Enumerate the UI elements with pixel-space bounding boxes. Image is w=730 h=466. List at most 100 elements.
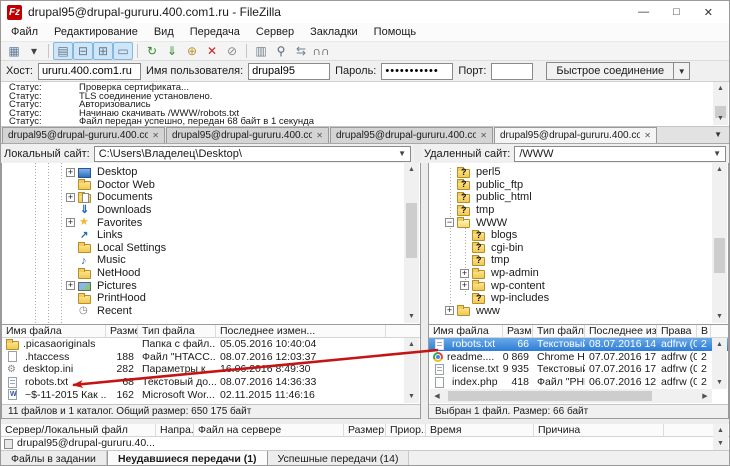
tree-item[interactable]: NetHood <box>2 267 404 280</box>
toolbar-separator[interactable] <box>48 44 49 58</box>
remote-list-hscrollbar[interactable]: ◀ ▶ <box>430 389 712 403</box>
column-header[interactable]: Тип файла <box>138 325 216 337</box>
find-files-icon[interactable]: ∩∩ <box>311 42 331 60</box>
tree-item[interactable]: public_html <box>429 191 712 204</box>
scroll-left-icon[interactable]: ◀ <box>430 389 444 403</box>
toolbar-separator[interactable] <box>137 44 138 58</box>
file-row[interactable]: .htaccess 188 Файл "HTACC... 08.07.2016 … <box>2 351 420 364</box>
password-input[interactable] <box>381 62 454 80</box>
connection-tab[interactable]: drupal95@drupal-gururu.400.com1.ru ✕ <box>494 127 657 143</box>
scroll-up-icon[interactable]: ▲ <box>713 82 728 95</box>
queue-tab[interactable]: Успешные передачи (14) <box>267 451 410 465</box>
tree-item[interactable]: cgi-bin <box>429 242 712 255</box>
column-header[interactable]: Последнее измен... <box>216 325 386 337</box>
connection-tab[interactable]: drupal95@drupal-gururu.400.com1.ru ✕ <box>166 127 329 143</box>
tab-overflow-icon[interactable]: ▼ <box>714 130 722 139</box>
column-header[interactable]: Тип файла <box>533 325 585 337</box>
local-tree-scrollbar[interactable]: ▲ ▼ <box>404 163 419 323</box>
queue-column-header[interactable]: Напра... <box>156 424 194 436</box>
tree-item[interactable]: Documents <box>2 191 404 204</box>
scroll-up-icon[interactable]: ▲ <box>404 163 419 176</box>
column-header[interactable]: Размер <box>106 325 138 337</box>
connection-tab[interactable]: drupal95@drupal-gururu.400.com1.ru ✕ <box>330 127 493 143</box>
tree-item[interactable]: tmp <box>429 254 712 267</box>
menu-item[interactable]: Сервер <box>248 26 302 38</box>
local-site-combo[interactable]: C:\Users\Владелец\Desktop\ ▼ <box>93 145 411 162</box>
expander-icon[interactable] <box>66 167 75 177</box>
file-row[interactable]: ~$-11-2015 Как ... 162 Microsoft Wor... … <box>2 388 420 401</box>
expander-icon[interactable] <box>66 218 75 228</box>
filter-icon[interactable]: ⚲ <box>271 42 291 60</box>
tree-item[interactable]: Downloads <box>2 204 404 217</box>
scroll-up-icon[interactable]: ▲ <box>713 424 728 437</box>
column-header[interactable]: В <box>697 325 711 337</box>
local-list-scrollbar[interactable]: ▲ ▼ <box>404 338 419 403</box>
add-to-queue-icon[interactable]: ⊕ <box>182 42 202 60</box>
tree-item[interactable]: Music <box>2 254 404 267</box>
tab-close-icon[interactable]: ✕ <box>316 131 323 140</box>
tree-item[interactable]: Local Settings <box>2 242 404 255</box>
queue-scrollbar[interactable]: ▲ ▼ <box>713 424 728 450</box>
scroll-down-icon[interactable]: ▼ <box>713 437 728 450</box>
expander-icon[interactable] <box>66 192 75 202</box>
refresh-icon[interactable]: ↻ <box>142 42 162 60</box>
remote-list-vscrollbar[interactable]: ▲ ▼ <box>712 338 727 389</box>
scroll-down-icon[interactable]: ▼ <box>404 390 419 403</box>
queue-column-header[interactable]: Приор... <box>386 424 426 436</box>
queue-column-header[interactable]: Размер <box>344 424 386 436</box>
quickconnect-dropdown-icon[interactable]: ▼ <box>674 62 691 80</box>
toggle-log-icon[interactable]: ▤ <box>53 42 73 60</box>
toggle-queue-icon[interactable]: ▭ <box>113 42 133 60</box>
file-row[interactable]: desktop.ini 282 Параметры к... 16.06.201… <box>2 363 420 376</box>
process-queue-icon[interactable]: ⇓ <box>162 42 182 60</box>
menu-item[interactable]: Помощь <box>366 26 425 38</box>
tree-item[interactable]: blogs <box>429 229 712 242</box>
tree-item[interactable]: WWW <box>429 216 712 229</box>
scroll-down-icon[interactable]: ▼ <box>404 310 419 323</box>
tree-item[interactable]: www <box>429 305 712 318</box>
column-header[interactable]: Имя файла <box>2 325 106 337</box>
tree-item[interactable]: Links <box>2 229 404 242</box>
scroll-down-icon[interactable]: ▼ <box>712 376 727 389</box>
tree-item[interactable]: Favorites <box>2 216 404 229</box>
cancel-icon[interactable]: ✕ <box>202 42 222 60</box>
menu-item[interactable]: Редактирование <box>46 26 146 38</box>
toolbar-separator[interactable] <box>246 44 247 58</box>
menu-item[interactable]: Передача <box>182 26 248 38</box>
expander-icon[interactable] <box>66 281 75 291</box>
chevron-down-icon[interactable]: ▼ <box>713 149 721 158</box>
tree-item[interactable]: wp-content <box>429 279 712 292</box>
toggle-remote-tree-icon[interactable]: ⊞ <box>93 42 113 60</box>
port-input[interactable] <box>491 62 534 80</box>
column-header[interactable]: Размер <box>503 325 533 337</box>
tree-item[interactable]: perl5 <box>429 166 712 179</box>
scroll-thumb[interactable] <box>714 238 725 273</box>
expander-icon[interactable] <box>460 281 469 291</box>
scroll-up-icon[interactable]: ▲ <box>404 338 419 351</box>
expander-icon[interactable] <box>445 218 454 228</box>
connection-tab[interactable]: drupal95@drupal-gururu.400.com1.ru ✕ <box>2 127 165 143</box>
column-header[interactable]: Последнее из... <box>585 325 657 337</box>
queue-column-header[interactable]: Время <box>426 424 534 436</box>
maximize-button[interactable]: □ <box>673 6 680 19</box>
file-row[interactable]: index.php 418 Файл "PHP" 06.07.2016 12:0… <box>429 376 728 389</box>
tree-item[interactable]: Pictures <box>2 279 404 292</box>
scroll-down-icon[interactable]: ▼ <box>712 310 727 323</box>
scroll-up-icon[interactable]: ▲ <box>712 163 727 176</box>
log-scrollbar[interactable]: ▲ ▼ <box>713 82 728 125</box>
scroll-thumb[interactable] <box>448 391 652 401</box>
tab-close-icon[interactable]: ✕ <box>480 131 487 140</box>
site-manager-icon[interactable]: ▦ <box>4 42 24 60</box>
tree-item[interactable]: public_ftp <box>429 179 712 192</box>
file-row[interactable]: robots.txt 66 Текстовый... 08.07.2016 14… <box>429 338 728 351</box>
quickconnect-button[interactable]: Быстрое соединение <box>546 62 675 80</box>
toggle-local-tree-icon[interactable]: ⊟ <box>73 42 93 60</box>
file-row[interactable]: readme.... 10 869 Chrome H... 07.07.2016… <box>429 351 728 364</box>
menu-item[interactable]: Вид <box>146 26 182 38</box>
scroll-up-icon[interactable]: ▲ <box>712 338 727 351</box>
file-row[interactable]: .picasaoriginals Папка с файл... 05.05.2… <box>2 338 420 351</box>
minimize-button[interactable]: — <box>638 6 649 19</box>
column-header[interactable]: Имя файла <box>429 325 503 337</box>
tab-close-icon[interactable]: ✕ <box>644 131 651 140</box>
queue-row[interactable]: drupal95@drupal-gururu.40... <box>1 437 729 449</box>
